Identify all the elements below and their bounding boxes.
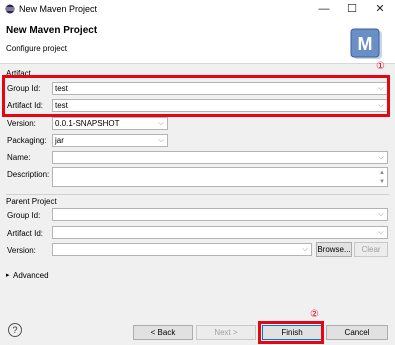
annotation-box-2 xyxy=(258,321,324,344)
annotation-badge-1: ① xyxy=(376,61,385,72)
name-combo[interactable]: ⌵ xyxy=(52,151,388,164)
version-label: Version: xyxy=(7,119,36,128)
maximize-button[interactable]: ☐ xyxy=(338,0,366,19)
parent-artifact-id-label: Artifact Id: xyxy=(7,229,44,238)
title-bar: New Maven Project — ☐ ✕ xyxy=(0,0,395,19)
chevron-down-icon[interactable]: ⌵ xyxy=(157,118,165,129)
clear-button[interactable]: Clear xyxy=(354,242,388,257)
page-title: New Maven Project xyxy=(6,25,98,36)
section-divider xyxy=(6,194,389,195)
window-title: New Maven Project xyxy=(19,4,98,14)
minimize-button[interactable]: — xyxy=(310,0,338,19)
scroll-up-icon[interactable]: ▲ xyxy=(378,169,386,177)
name-label: Name: xyxy=(7,153,31,162)
packaging-label: Packaging: xyxy=(7,136,47,145)
chevron-down-icon[interactable]: ⌵ xyxy=(377,209,385,220)
page-subtitle: Configure project xyxy=(6,44,67,53)
help-icon[interactable]: ? xyxy=(8,323,22,337)
chevron-down-icon[interactable]: ⌵ xyxy=(157,135,165,146)
browse-button[interactable]: Browse... xyxy=(316,242,352,257)
parent-group-id-label: Group Id: xyxy=(7,211,41,220)
chevron-down-icon[interactable]: ⌵ xyxy=(377,152,385,163)
back-button[interactable]: < Back xyxy=(133,325,193,340)
scroll-down-icon[interactable]: ▼ xyxy=(378,178,386,186)
wizard-header: New Maven Project Configure project M xyxy=(0,19,395,64)
chevron-down-icon[interactable]: ⌵ xyxy=(377,227,385,238)
annotation-badge-2: ② xyxy=(310,309,319,320)
annotation-box-1 xyxy=(2,75,390,117)
parent-section-label: Parent Project xyxy=(6,197,57,206)
version-combo[interactable]: 0.0.1-SNAPSHOT ⌵ xyxy=(52,117,168,130)
cancel-button[interactable]: Cancel xyxy=(326,325,388,340)
version-value: 0.0.1-SNAPSHOT xyxy=(55,119,120,128)
chevron-down-icon[interactable]: ⌵ xyxy=(301,244,309,255)
parent-artifact-id-combo[interactable]: ⌵ xyxy=(52,226,388,239)
description-label: Description: xyxy=(7,170,50,179)
eclipse-logo-icon xyxy=(5,4,15,14)
next-button[interactable]: Next > xyxy=(196,325,256,340)
description-textarea[interactable]: ▲ ▼ xyxy=(52,167,388,187)
parent-group-id-combo[interactable]: ⌵ xyxy=(52,208,388,221)
maven-logo-letter: M xyxy=(358,34,373,54)
triangle-right-icon[interactable]: ▸ xyxy=(6,270,10,281)
parent-version-combo[interactable]: ⌵ xyxy=(52,243,312,256)
packaging-value: jar xyxy=(55,136,64,145)
close-button[interactable]: ✕ xyxy=(366,0,394,19)
parent-version-label: Version: xyxy=(7,246,36,255)
advanced-toggle[interactable]: Advanced xyxy=(13,270,49,281)
packaging-combo[interactable]: jar ⌵ xyxy=(52,134,168,147)
maven-logo-icon: M xyxy=(350,28,382,59)
